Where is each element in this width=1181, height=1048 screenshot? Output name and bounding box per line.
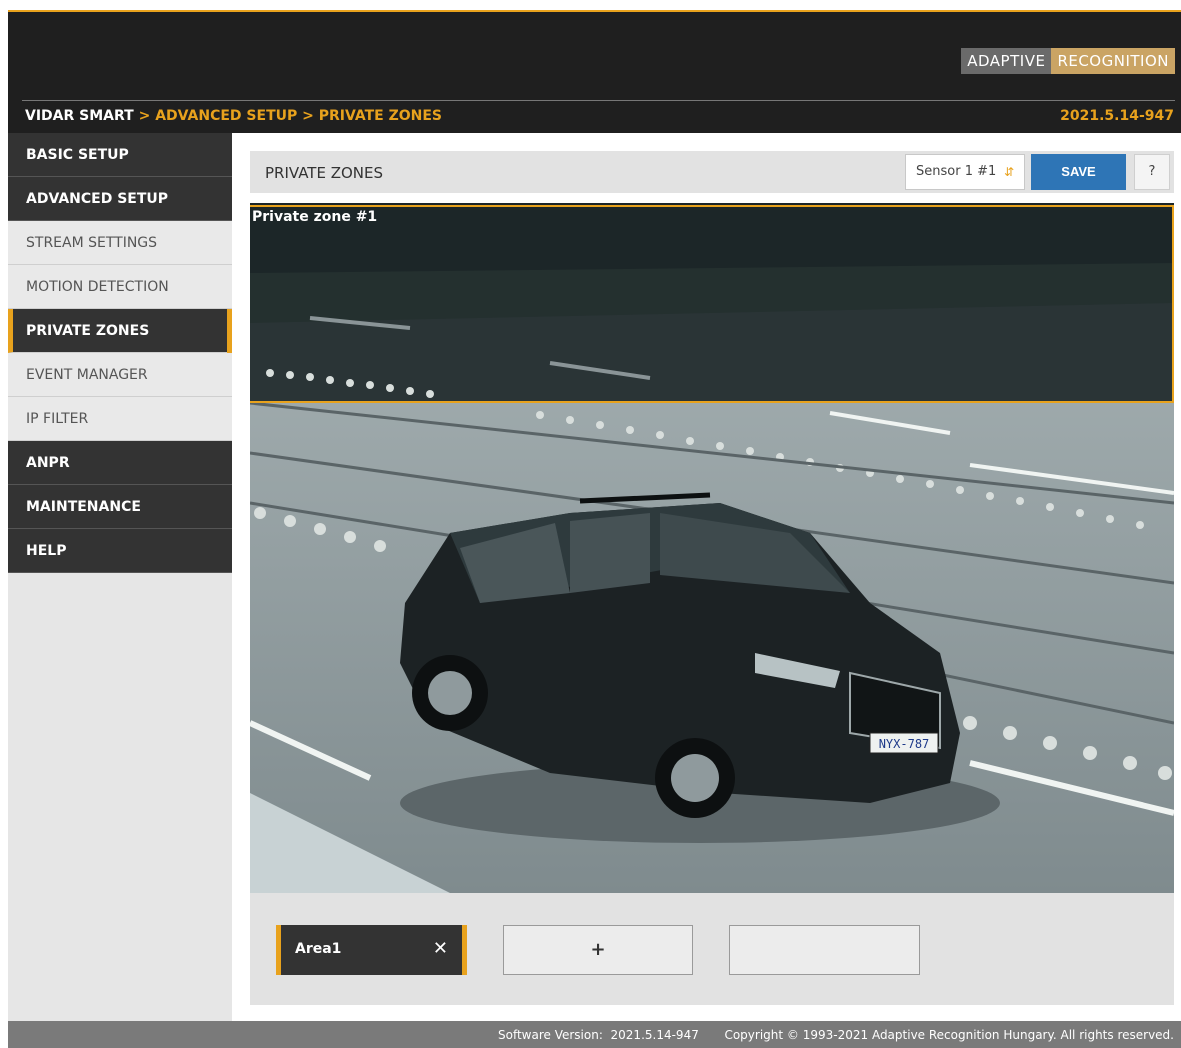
breadcrumb: VIDAR SMART > ADVANCED SETUP > PRIVATE Z…: [25, 108, 442, 124]
help-button[interactable]: ?: [1134, 154, 1170, 190]
camera-view[interactable]: NYX-787 Private zone #1: [250, 203, 1174, 893]
sidebar-item-anpr[interactable]: ANPR: [8, 441, 232, 485]
sidebar-item-basic-setup[interactable]: BASIC SETUP: [8, 133, 232, 177]
empty-area-slot: [729, 925, 920, 975]
area-bar: Area1 ✕ +: [250, 893, 1174, 1005]
main-content: PRIVATE ZONES Sensor 1 #1 ⇵ SAVE ? NYX-7…: [232, 133, 1181, 1021]
footer-version: Software Version: 2021.5.14-947: [498, 1028, 699, 1042]
add-area-button[interactable]: +: [503, 925, 693, 975]
header-divider: [22, 100, 1175, 101]
sidebar-item-maintenance[interactable]: MAINTENANCE: [8, 485, 232, 529]
sensor-select[interactable]: Sensor 1 #1 ⇵: [905, 154, 1025, 190]
footer-version-label: Software Version:: [498, 1028, 603, 1042]
breadcrumb-path: > ADVANCED SETUP > PRIVATE ZONES: [133, 108, 443, 124]
page: ADAPTIVE RECOGNITION VIDAR SMART > ADVAN…: [0, 0, 1181, 1048]
private-zone-label: Private zone #1: [252, 209, 378, 225]
header-version: 2021.5.14-947: [1060, 108, 1174, 124]
save-button[interactable]: SAVE: [1031, 154, 1126, 190]
brand-logo-part1: ADAPTIVE: [961, 48, 1052, 74]
sidebar-item-help[interactable]: HELP: [8, 529, 232, 573]
area-tab-label: Area1: [295, 941, 342, 957]
sidebar-item-ip-filter[interactable]: IP FILTER: [8, 397, 232, 441]
area-tab-area1[interactable]: Area1 ✕: [276, 925, 467, 975]
page-title: PRIVATE ZONES: [265, 164, 384, 182]
header-bar: ADAPTIVE RECOGNITION VIDAR SMART > ADVAN…: [8, 10, 1181, 133]
updown-chevron-icon: ⇵: [1003, 165, 1014, 179]
brand-logo-part2: RECOGNITION: [1051, 48, 1175, 74]
sensor-select-value: Sensor 1 #1: [916, 164, 997, 179]
sidebar: BASIC SETUP ADVANCED SETUP STREAM SETTIN…: [8, 133, 232, 1021]
license-plate-text: NYX-787: [879, 737, 930, 751]
footer-version-value: 2021.5.14-947: [610, 1028, 699, 1042]
footer-copyright: Copyright © 1993-2021 Adaptive Recogniti…: [724, 1028, 1174, 1042]
private-zone-overlay[interactable]: Private zone #1: [250, 205, 1174, 403]
sidebar-item-private-zones[interactable]: PRIVATE ZONES: [8, 309, 232, 353]
sidebar-item-stream-settings[interactable]: STREAM SETTINGS: [8, 221, 232, 265]
footer: Software Version: 2021.5.14-947 Copyrigh…: [8, 1021, 1181, 1048]
close-icon[interactable]: ✕: [433, 938, 448, 959]
sidebar-item-motion-detection[interactable]: MOTION DETECTION: [8, 265, 232, 309]
brand-logo: ADAPTIVE RECOGNITION: [961, 48, 1175, 74]
panel-header: PRIVATE ZONES Sensor 1 #1 ⇵ SAVE ?: [250, 151, 1174, 193]
sidebar-item-advanced-setup[interactable]: ADVANCED SETUP: [8, 177, 232, 221]
sidebar-item-event-manager[interactable]: EVENT MANAGER: [8, 353, 232, 397]
breadcrumb-root: VIDAR SMART: [25, 108, 134, 124]
